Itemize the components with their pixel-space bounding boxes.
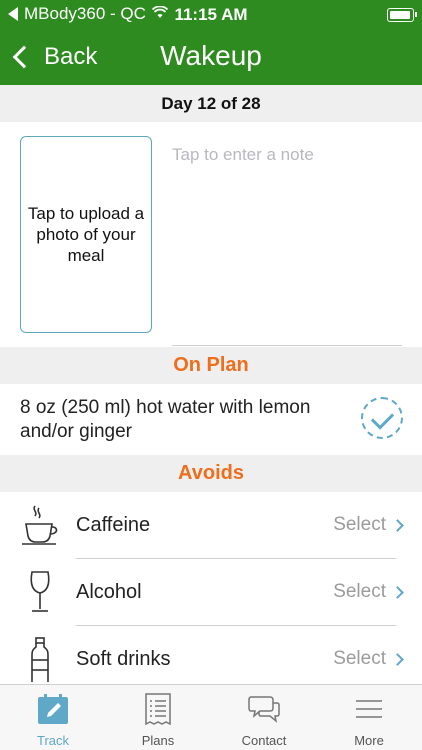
photo-upload-button[interactable]: Tap to upload a photo of your meal	[20, 136, 152, 333]
tab-bar: Track Plans Contact More	[0, 684, 422, 750]
tab-contact[interactable]: Contact	[211, 685, 317, 750]
tab-label: More	[354, 733, 384, 748]
wine-glass-icon	[18, 569, 64, 615]
calendar-edit-icon	[37, 693, 69, 725]
chevron-left-icon	[12, 45, 36, 69]
chevron-right-icon	[391, 518, 404, 532]
back-button[interactable]: Back	[10, 40, 97, 74]
tab-track[interactable]: Track	[0, 685, 106, 750]
chevron-right-icon	[391, 652, 404, 666]
select-label: Select	[333, 648, 386, 669]
checkmark-icon	[370, 406, 395, 430]
avoid-row-alcohol[interactable]: Alcohol Select	[0, 559, 422, 626]
plan-item-text: 8 oz (250 ml) hot water with lemon and/o…	[20, 397, 311, 442]
avoid-label: Soft drinks	[76, 648, 171, 670]
soda-bottle-icon	[18, 636, 64, 687]
battery-icon	[387, 8, 417, 22]
avoid-label: Caffeine	[76, 514, 151, 536]
back-label: Back	[44, 43, 98, 70]
select-button[interactable]: Select	[333, 514, 404, 536]
status-time: 11:15 AM	[174, 5, 248, 24]
tab-label: Plans	[141, 733, 175, 748]
chat-bubbles-icon	[248, 693, 280, 725]
plan-item[interactable]: 8 oz (250 ml) hot water with lemon and/o…	[0, 384, 422, 455]
note-divider	[172, 345, 402, 346]
day-header: Day 12 of 28	[0, 85, 422, 122]
select-label: Select	[333, 514, 386, 535]
nav-bar: Wakeup Back	[0, 30, 422, 85]
avoid-label: Alcohol	[76, 581, 142, 603]
select-button[interactable]: Select	[333, 648, 404, 670]
status-bar: MBody360 - QC 11:15 AM	[0, 0, 422, 30]
avoids-header: Avoids	[0, 455, 422, 492]
tab-more[interactable]: More	[316, 685, 422, 750]
tab-plans[interactable]: Plans	[105, 685, 211, 750]
check-circle-icon[interactable]	[361, 397, 403, 439]
on-plan-header: On Plan	[0, 347, 422, 384]
select-button[interactable]: Select	[333, 581, 404, 603]
document-list-icon	[142, 693, 174, 726]
chevron-right-icon	[391, 585, 404, 599]
avoid-row-caffeine[interactable]: Caffeine Select	[0, 492, 422, 559]
coffee-cup-icon	[18, 502, 64, 548]
select-label: Select	[333, 581, 386, 602]
avoid-row-soft-drinks[interactable]: Soft drinks Select	[0, 626, 422, 693]
note-input[interactable]: Tap to enter a note	[172, 145, 314, 165]
menu-lines-icon	[353, 693, 385, 725]
tab-label: Contact	[241, 733, 287, 748]
tab-label: Track	[36, 733, 70, 748]
